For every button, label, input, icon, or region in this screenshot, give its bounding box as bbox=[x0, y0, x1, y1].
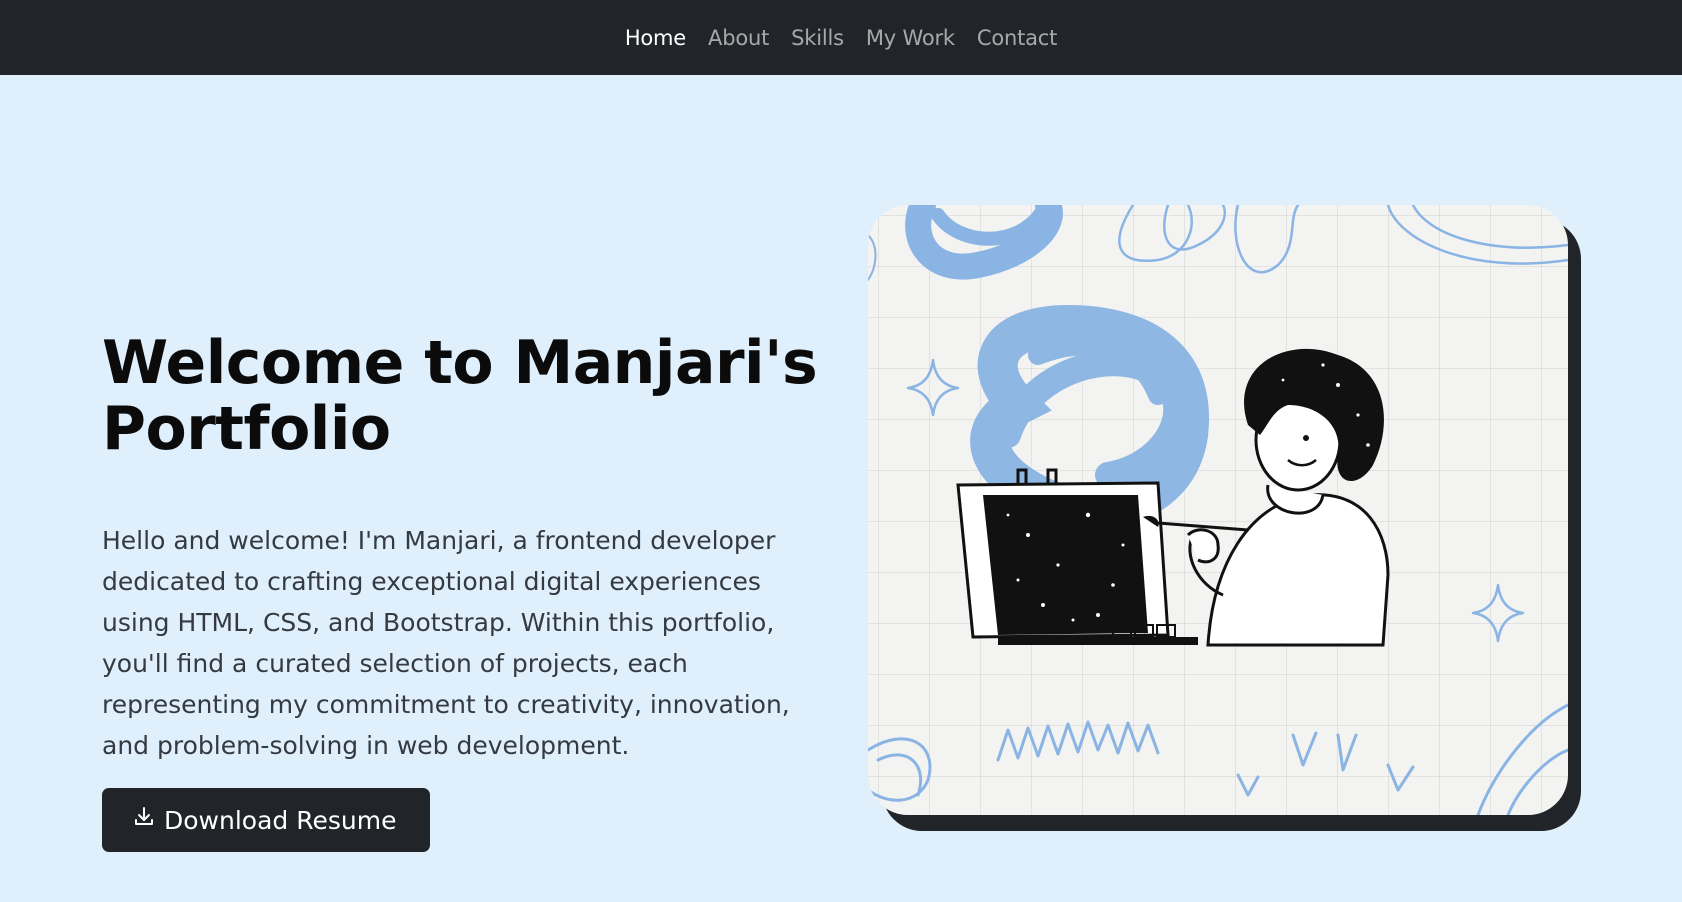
download-resume-label: Download Resume bbox=[164, 805, 397, 835]
hero-section: Welcome to Manjari's Portfolio Hello and… bbox=[0, 75, 1682, 902]
nav-menu: Home About Skills My Work Contact bbox=[625, 26, 1058, 50]
nav-item-about[interactable]: About bbox=[708, 26, 769, 50]
download-resume-button[interactable]: Download Resume bbox=[102, 788, 431, 852]
hero-text-block: Welcome to Manjari's Portfolio Hello and… bbox=[102, 250, 822, 852]
hero-illustration-frame bbox=[868, 205, 1583, 831]
top-navbar: Home About Skills My Work Contact bbox=[0, 0, 1682, 75]
nav-item-skills[interactable]: Skills bbox=[791, 26, 844, 50]
download-icon bbox=[132, 805, 156, 835]
nav-item-contact[interactable]: Contact bbox=[977, 26, 1058, 50]
hero-title: Welcome to Manjari's Portfolio bbox=[102, 328, 818, 464]
nav-item-my-work[interactable]: My Work bbox=[866, 26, 955, 50]
artist-painting-illustration bbox=[868, 205, 1568, 815]
hero-description: Hello and welcome! I'm Manjari, a fronte… bbox=[102, 526, 790, 760]
nav-item-home[interactable]: Home bbox=[625, 26, 686, 50]
